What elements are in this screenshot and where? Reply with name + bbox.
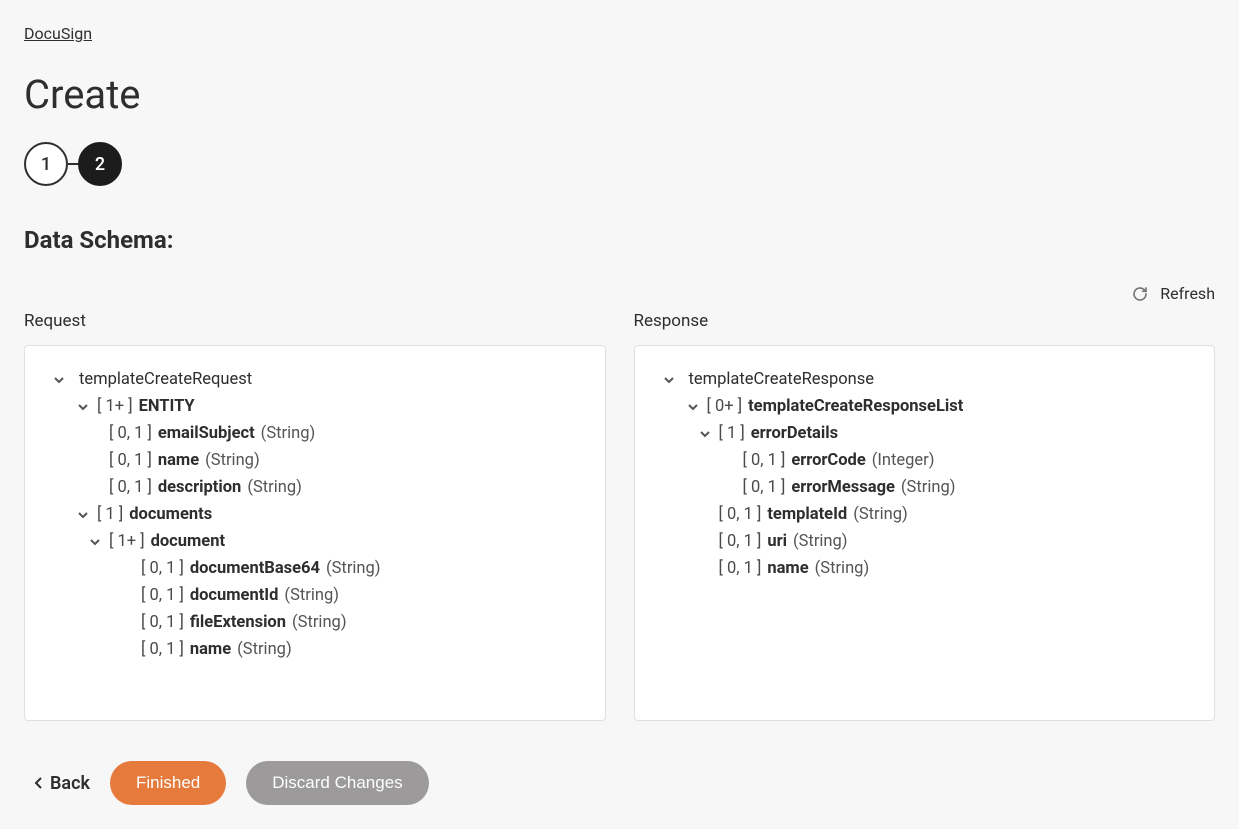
field-name: documents: [129, 505, 212, 524]
cardinality: [ 0, 1 ]: [743, 478, 786, 497]
field-name: emailSubject: [158, 424, 255, 443]
tree-row[interactable]: [ 0+ ] templateCreateResponseList: [651, 393, 1199, 420]
field-type: (String): [284, 586, 339, 605]
field-name: uri: [767, 532, 787, 551]
tree-row: [ 0, 1 ] templateId (String): [651, 501, 1199, 528]
field-type: (String): [901, 478, 956, 497]
tree-row[interactable]: templateCreateRequest: [41, 366, 589, 393]
field-type: (String): [793, 532, 848, 551]
cardinality: [ 0, 1 ]: [109, 424, 152, 443]
field-name: templateCreateResponse: [689, 370, 875, 389]
field-name: name: [190, 640, 231, 659]
field-type: (String): [247, 478, 302, 497]
cardinality: [ 0, 1 ]: [743, 451, 786, 470]
field-type: (String): [326, 559, 381, 578]
tree-row: [ 0, 1 ] documentBase64 (String): [41, 555, 589, 582]
step-connector: [68, 163, 78, 165]
cardinality: [ 1+ ]: [109, 532, 145, 551]
field-type: (String): [292, 613, 347, 632]
field-type: (Integer): [872, 451, 935, 470]
tree-row: [ 0, 1 ] documentId (String): [41, 582, 589, 609]
tree-row[interactable]: [ 1+ ] ENTITY: [41, 393, 589, 420]
tree-row: [ 0, 1 ] fileExtension (String): [41, 609, 589, 636]
cardinality: [ 0, 1 ]: [719, 505, 762, 524]
response-label: Response: [634, 311, 1216, 331]
chevron-down-icon[interactable]: [661, 374, 677, 386]
field-type: (String): [237, 640, 292, 659]
request-panel: templateCreateRequest[ 1+ ] ENTITY[ 0, 1…: [24, 345, 606, 721]
discard-button[interactable]: Discard Changes: [246, 761, 428, 805]
section-label: Data Schema:: [24, 226, 1215, 254]
tree-row[interactable]: templateCreateResponse: [651, 366, 1199, 393]
request-label: Request: [24, 311, 606, 331]
cardinality: [ 0, 1 ]: [141, 559, 184, 578]
tree-row: [ 0, 1 ] description (String): [41, 474, 589, 501]
chevron-down-icon[interactable]: [697, 428, 713, 440]
field-name: templateCreateResponseList: [748, 397, 963, 416]
cardinality: [ 0, 1 ]: [141, 586, 184, 605]
tree-row: [ 0, 1 ] emailSubject (String): [41, 420, 589, 447]
breadcrumb[interactable]: DocuSign: [24, 24, 92, 43]
tree-row: [ 0, 1 ] errorMessage (String): [651, 474, 1199, 501]
cardinality: [ 0, 1 ]: [141, 640, 184, 659]
cardinality: [ 0, 1 ]: [109, 451, 152, 470]
cardinality: [ 1+ ]: [97, 397, 133, 416]
page-title: Create: [24, 71, 1215, 118]
field-name: errorCode: [791, 451, 865, 470]
field-name: errorDetails: [751, 424, 838, 443]
step-2[interactable]: 2: [78, 142, 122, 186]
field-name: templateCreateRequest: [79, 370, 252, 389]
refresh-icon: [1132, 286, 1148, 302]
chevron-left-icon: [34, 776, 44, 790]
field-name: ENTITY: [139, 397, 195, 416]
tree-row: [ 0, 1 ] name (String): [41, 447, 589, 474]
cardinality: [ 0, 1 ]: [719, 559, 762, 578]
chevron-down-icon[interactable]: [51, 374, 67, 386]
chevron-down-icon[interactable]: [75, 509, 91, 521]
chevron-down-icon[interactable]: [87, 536, 103, 548]
cardinality: [ 1 ]: [97, 505, 123, 524]
refresh-button[interactable]: Refresh: [1132, 284, 1215, 303]
field-name: errorMessage: [791, 478, 895, 497]
chevron-down-icon[interactable]: [685, 401, 701, 413]
cardinality: [ 0+ ]: [707, 397, 743, 416]
field-name: templateId: [767, 505, 847, 524]
tree-row: [ 0, 1 ] name (String): [41, 636, 589, 663]
back-button[interactable]: Back: [34, 773, 90, 794]
field-name: name: [767, 559, 808, 578]
field-name: description: [158, 478, 241, 497]
tree-row[interactable]: [ 1 ] documents: [41, 501, 589, 528]
stepper: 1 2: [24, 142, 1215, 186]
field-name: fileExtension: [190, 613, 286, 632]
finished-button[interactable]: Finished: [110, 761, 226, 805]
response-panel: templateCreateResponse [ 0+ ] templateCre…: [634, 345, 1216, 721]
field-name: documentId: [190, 586, 279, 605]
cardinality: [ 0, 1 ]: [141, 613, 184, 632]
tree-row[interactable]: [ 1 ] errorDetails: [651, 420, 1199, 447]
cardinality: [ 0, 1 ]: [109, 478, 152, 497]
cardinality: [ 1 ]: [719, 424, 745, 443]
tree-row: [ 0, 1 ] name (String): [651, 555, 1199, 582]
tree-row[interactable]: [ 1+ ] document: [41, 528, 589, 555]
chevron-down-icon[interactable]: [75, 401, 91, 413]
field-type: (String): [815, 559, 870, 578]
step-1[interactable]: 1: [24, 142, 68, 186]
cardinality: [ 0, 1 ]: [719, 532, 762, 551]
refresh-label: Refresh: [1160, 284, 1215, 303]
tree-row: [ 0, 1 ] errorCode (Integer): [651, 447, 1199, 474]
field-name: name: [158, 451, 199, 470]
field-type: (String): [853, 505, 908, 524]
field-type: (String): [205, 451, 260, 470]
tree-row: [ 0, 1 ] uri (String): [651, 528, 1199, 555]
field-name: documentBase64: [190, 559, 320, 578]
field-type: (String): [261, 424, 316, 443]
field-name: document: [151, 532, 225, 551]
back-label: Back: [50, 773, 90, 794]
